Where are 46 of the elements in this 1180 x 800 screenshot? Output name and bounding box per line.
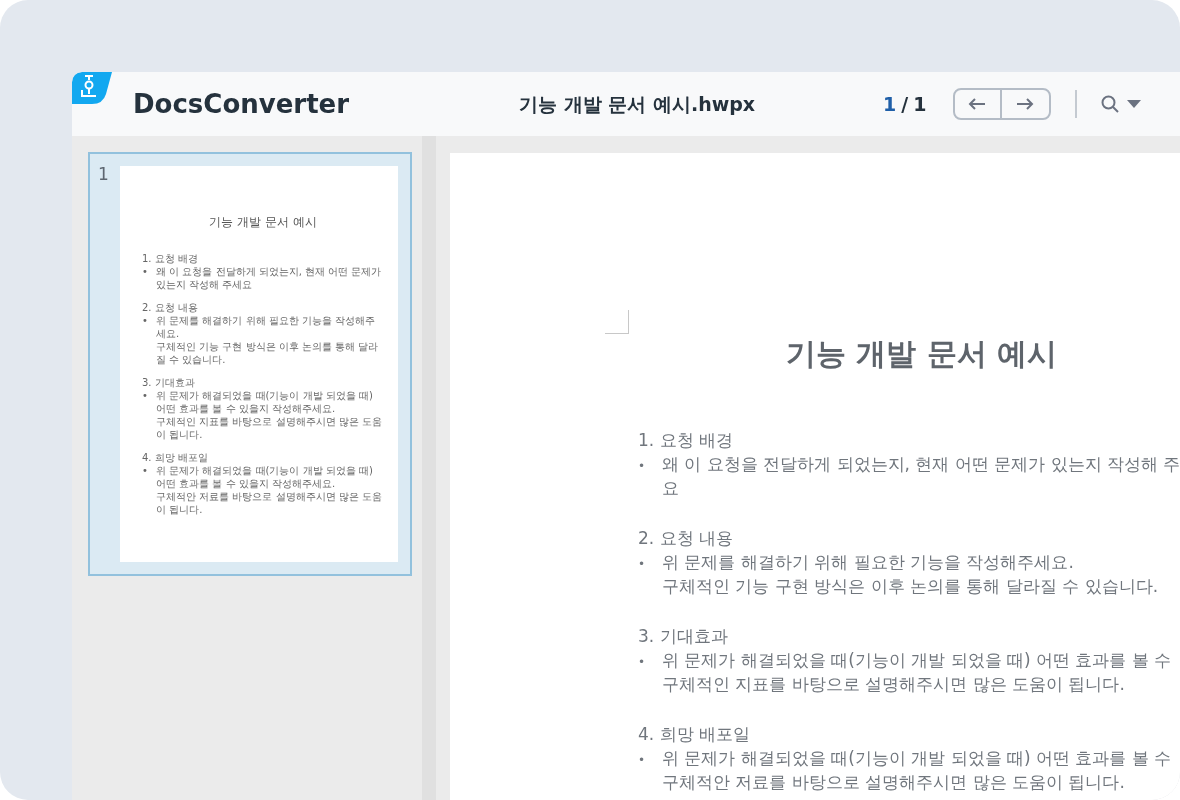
file-title: 기능 개발 문서 예시.hwpx [519, 91, 756, 117]
body-text: 요 [662, 477, 679, 500]
search-icon [1100, 95, 1119, 113]
left-arrow-icon [968, 98, 986, 110]
section-heading: 4. 희망 배포일 [142, 451, 208, 464]
body-text: 위 문제를 해결하기 위해 필요한 기능을 작성해주세요. [156, 314, 377, 340]
current-page: 1 [883, 91, 897, 117]
total-pages: 1 [913, 91, 927, 117]
body-text: 구체적인 지표를 바탕으로 설명해주시면 많은 도움이 됩니다. [662, 673, 1125, 696]
bullet: • [142, 464, 149, 478]
body-text: 구체적인 지표를 바탕으로 설명해주시면 많은 도움이 됩니다. [156, 415, 383, 441]
body-text: 왜 이 요청을 전달하게 되었는지, 현재 어떤 문제가 있는지 작성해 주세요 [156, 265, 383, 291]
thumbnail-number: 1 [98, 166, 110, 183]
section-heading: 1. 요청 배경 [142, 252, 198, 265]
section-heading: 1. 요청 배경 [638, 429, 734, 452]
caret-icon [1126, 100, 1141, 108]
bullet: • [638, 556, 647, 573]
body-text: 왜 이 요청을 전달하게 되었는지, 현재 어떤 문제가 있는지 작성해 주 [662, 453, 1180, 476]
body-text: 위 문제가 해결되었을 때(기능이 개발 되었을 때) 어떤 효과를 볼 수 [662, 747, 1172, 770]
body-text: 위 문제가 해결되었을 때(기능이 개발 되었을 때) 어떤 효과를 볼 수 있을지 작성해주세요. [156, 389, 374, 415]
body-text: 구체적안 저료를 바탕으로 설명해주시면 많은 도움이 됩니다. [156, 490, 383, 516]
section-heading: 2. 요청 내용 [638, 527, 734, 550]
app-name: DocsConverter [133, 87, 350, 121]
bullet: • [638, 654, 647, 671]
section-heading: 4. 희망 배포일 [638, 723, 751, 746]
page-thumbnail[interactable] [88, 152, 412, 576]
right-arrow-icon [1016, 98, 1034, 110]
bullet: • [638, 458, 647, 475]
search-button[interactable] [1100, 95, 1141, 113]
body-text: 위 문제가 해결되었을 때(기능이 개발 되었을 때) 어떤 효과를 볼 수 있을지 작성해주세요. [156, 464, 374, 490]
section-heading: 3. 기대효과 [142, 376, 195, 389]
body-text: 구체적안 저료를 바탕으로 설명해주시면 많은 도움이 됩니다. [662, 771, 1125, 794]
margin-corner-mark [605, 310, 629, 334]
bullet: • [638, 752, 647, 769]
bullet: • [142, 265, 149, 279]
bullet: • [142, 389, 149, 403]
body-text: 구체적인 기능 구현 방식은 이후 논의를 통해 달라질 수 있습니다. [662, 575, 1159, 598]
document-title: 기능 개발 문서 예시 [786, 335, 1058, 373]
body-text: 위 문제가 해결되었을 때(기능이 개발 되었을 때) 어떤 효과를 볼 수 [662, 649, 1172, 672]
section-heading: 2. 요청 내용 [142, 301, 198, 314]
page-separator: / [901, 91, 909, 117]
body-text: 위 문제를 해결하기 위해 필요한 기능을 작성해주세요. [662, 551, 1074, 574]
bullet: • [142, 314, 149, 328]
body-text: 구체적인 기능 구현 방식은 이후 논의를 통해 달라질 수 있습니다. [156, 340, 380, 366]
thumbnail-title: 기능 개발 문서 예시 [209, 214, 317, 230]
section-heading: 3. 기대효과 [638, 625, 728, 648]
